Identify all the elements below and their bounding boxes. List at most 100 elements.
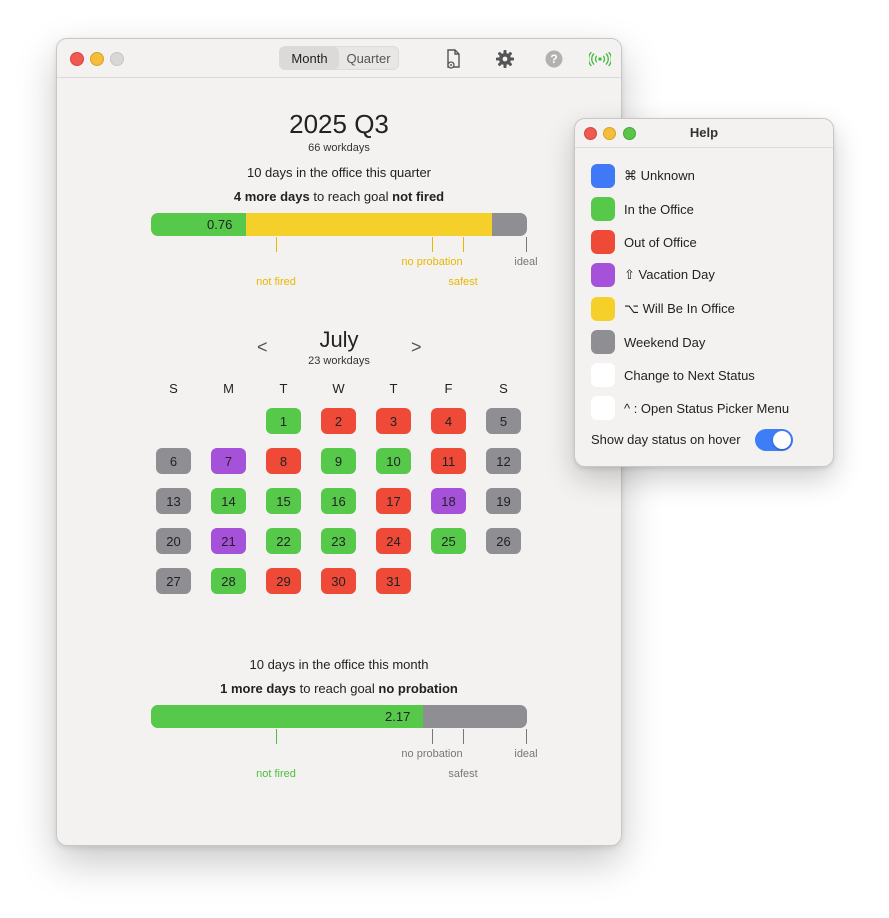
help-minimize-button[interactable] <box>603 127 616 140</box>
day-cell[interactable]: 1 <box>266 408 301 434</box>
legend-label: Weekend Day <box>624 334 706 350</box>
day-cell[interactable]: 16 <box>321 488 356 514</box>
legend-item: ⌘ Unknown <box>591 164 695 188</box>
weekday-label: S <box>169 381 178 396</box>
quarter-label-no-probation: no probation <box>401 256 463 268</box>
help-zoom-button[interactable] <box>623 127 636 140</box>
weekday-label: W <box>332 381 345 396</box>
month-label-ideal: ideal <box>514 748 538 760</box>
day-cell[interactable]: 6 <box>156 448 191 474</box>
svg-text:?: ? <box>550 52 557 66</box>
month-label-safest: safest <box>448 768 478 780</box>
quarter-label-safest: safest <box>448 276 478 288</box>
day-cell[interactable]: 28 <box>211 568 246 594</box>
day-cell[interactable]: 8 <box>266 448 301 474</box>
month-goal-count: 1 more days <box>220 681 297 696</box>
month-goal-target: no probation <box>378 681 458 696</box>
legend-item: Out of Office <box>591 230 697 254</box>
quarter-goal-target: not fired <box>392 189 445 204</box>
tab-month[interactable]: Month <box>280 47 339 69</box>
day-cell[interactable]: 12 <box>486 448 521 474</box>
quarter-tick-no-probation <box>432 237 433 252</box>
day-cell[interactable]: 9 <box>321 448 356 474</box>
legend-item: In the Office <box>591 197 694 221</box>
day-cell[interactable]: 25 <box>431 528 466 554</box>
legend-label: Change to Next Status <box>624 367 755 383</box>
day-cell[interactable]: 18 <box>431 488 466 514</box>
document-gear-icon[interactable] <box>443 48 465 70</box>
day-cell[interactable]: 5 <box>486 408 521 434</box>
legend-label: ^ : Open Status Picker Menu <box>624 400 790 416</box>
day-cell[interactable]: 22 <box>266 528 301 554</box>
day-cell[interactable]: 21 <box>211 528 246 554</box>
day-cell[interactable]: 23 <box>321 528 356 554</box>
legend-label: ⇧ Vacation Day <box>624 267 715 282</box>
antenna-icon[interactable] <box>589 48 611 70</box>
legend-swatch <box>591 330 615 354</box>
legend-label: ⌥ Will Be In Office <box>624 301 735 316</box>
month-title: July <box>319 327 359 352</box>
weekday-label: M <box>223 381 234 396</box>
title-bar: Month Quarter ? <box>57 39 621 78</box>
weekday-label: T <box>279 381 288 396</box>
zoom-button[interactable] <box>110 52 124 66</box>
month-workdays: 23 workdays <box>308 355 370 367</box>
day-cell[interactable]: 24 <box>376 528 411 554</box>
month-label-not-fired: not fired <box>256 768 296 780</box>
weekday-label: S <box>499 381 508 396</box>
day-cell[interactable]: 30 <box>321 568 356 594</box>
day-cell[interactable]: 31 <box>376 568 411 594</box>
quarter-label-ideal: ideal <box>514 256 538 268</box>
month-tick-safest <box>463 729 464 744</box>
view-mode-segmented-control: Month Quarter <box>279 46 399 70</box>
legend-item: ⌥ Will Be In Office <box>591 297 735 321</box>
day-cell[interactable]: 11 <box>431 448 466 474</box>
day-cell[interactable]: 14 <box>211 488 246 514</box>
quarter-goal-text: 4 more days to reach goal not fired <box>57 189 621 204</box>
minimize-button[interactable] <box>90 52 104 66</box>
day-cell[interactable]: 3 <box>376 408 411 434</box>
day-cell[interactable]: 26 <box>486 528 521 554</box>
day-cell[interactable]: 10 <box>376 448 411 474</box>
day-cell[interactable]: 19 <box>486 488 521 514</box>
month-goal-mid: to reach goal <box>296 681 379 696</box>
legend-swatch <box>591 230 615 254</box>
day-cell[interactable]: 15 <box>266 488 301 514</box>
legend-swatch <box>591 197 615 221</box>
quarter-goal-count: 4 more days <box>233 189 310 204</box>
help-panel: Help ⌘ Unknown In the Office Out of Office… <box>574 118 834 467</box>
help-icon[interactable]: ? <box>543 48 565 70</box>
main-window: Month Quarter ? 2025 Q3 66 workdays 10 d… <box>56 38 622 846</box>
month-label-no-probation: no probation <box>401 748 463 760</box>
help-close-button[interactable] <box>584 127 597 140</box>
toggle-knob <box>773 431 791 449</box>
close-button[interactable] <box>70 52 84 66</box>
day-cell[interactable]: 29 <box>266 568 301 594</box>
quarter-office-count: 10 days in the office this quarter <box>246 165 432 180</box>
gear-icon[interactable] <box>494 48 516 70</box>
quarter-tick-ideal <box>526 237 527 252</box>
hover-toggle-switch[interactable] <box>755 429 793 451</box>
day-cell[interactable]: 2 <box>321 408 356 434</box>
legend-item: Change to Next Status <box>591 363 755 387</box>
day-cell[interactable]: 20 <box>156 528 191 554</box>
tab-quarter[interactable]: Quarter <box>339 47 398 69</box>
month-bar-actual <box>151 705 423 728</box>
legend-item: Weekend Day <box>591 330 705 354</box>
month-bar-value: 2.17 <box>385 709 411 724</box>
month-tick-no-probation <box>432 729 433 744</box>
quarter-label-not-fired: not fired <box>256 276 296 288</box>
legend-item: ⇧ Vacation Day <box>591 263 715 287</box>
day-cell[interactable]: 4 <box>431 408 466 434</box>
legend-label: ⌘ Unknown <box>624 168 695 183</box>
day-cell[interactable]: 17 <box>376 488 411 514</box>
quarter-tick-safest <box>463 237 464 252</box>
legend-swatch <box>591 396 615 420</box>
day-cell[interactable]: 7 <box>211 448 246 474</box>
quarter-goal-mid: to reach goal <box>309 189 393 204</box>
month-progress-bar: 2.17 <box>151 705 527 728</box>
day-cell[interactable]: 27 <box>156 568 191 594</box>
quarter-bar-value: 0.76 <box>207 217 233 232</box>
quarter-tick-not-fired <box>276 237 277 252</box>
day-cell[interactable]: 13 <box>156 488 191 514</box>
